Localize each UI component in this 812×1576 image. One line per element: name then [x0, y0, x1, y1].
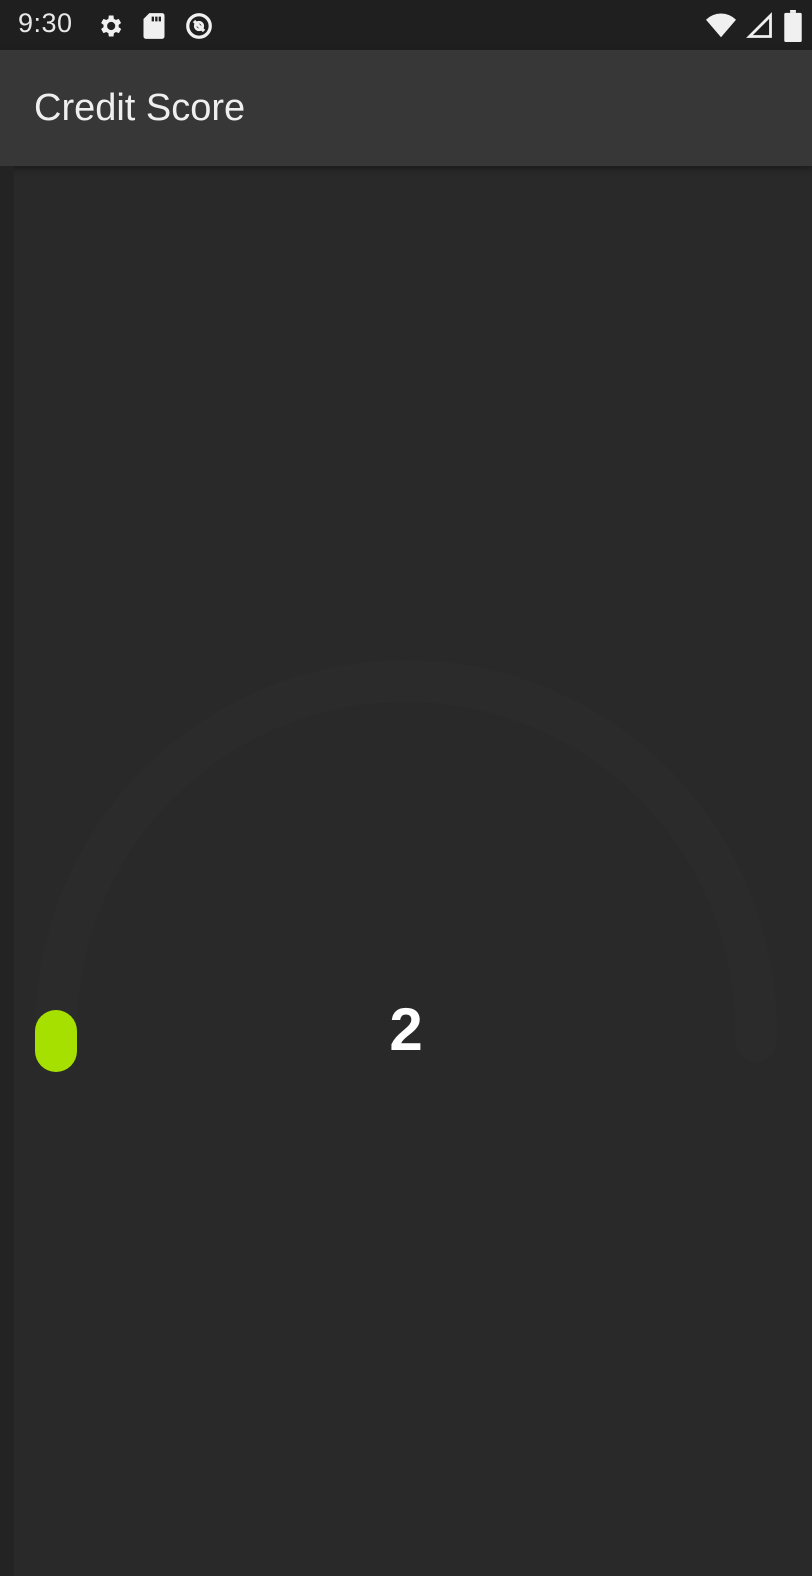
status-bar: 9:30 — [0, 0, 812, 50]
status-left-icons — [96, 11, 214, 41]
page-title: Credit Score — [34, 87, 246, 129]
battery-icon — [784, 10, 802, 42]
sd-card-icon — [142, 12, 166, 40]
settings-icon — [96, 12, 124, 40]
wifi-icon — [706, 13, 736, 39]
app-bar: Credit Score — [0, 50, 812, 166]
data-saver-icon — [184, 11, 214, 41]
cell-signal-icon — [746, 12, 774, 40]
gauge-track — [35, 660, 777, 1062]
screen: 9:30 Credit Score 2 — [0, 0, 812, 1576]
status-right-icons — [706, 10, 802, 42]
status-time: 9:30 — [18, 8, 73, 38]
score-value: 2 — [389, 996, 423, 1063]
